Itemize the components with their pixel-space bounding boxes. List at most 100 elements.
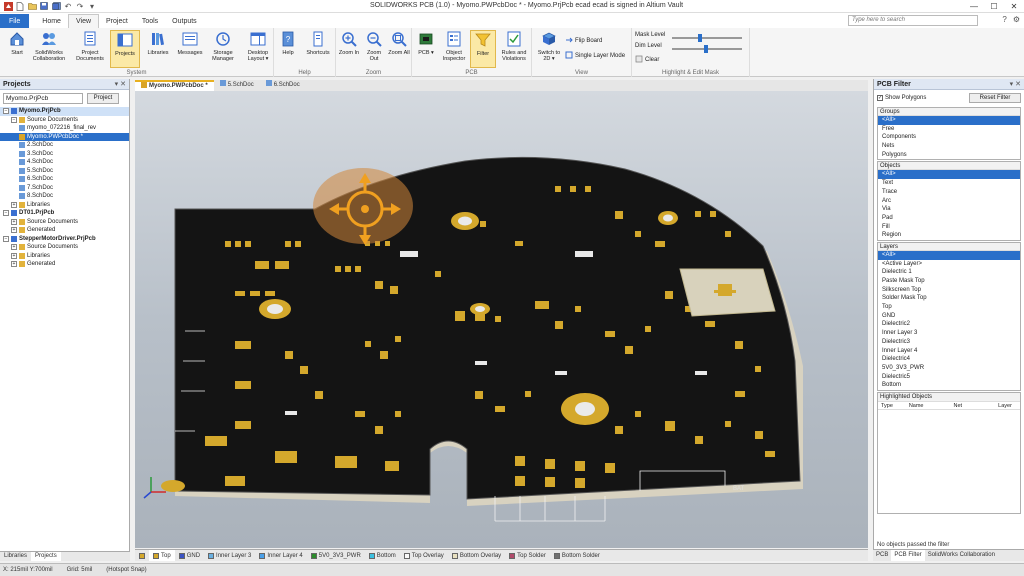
list-item[interactable]: Trace: [878, 188, 1020, 197]
new-icon[interactable]: [15, 1, 25, 11]
list-item[interactable]: Polygons: [878, 151, 1020, 160]
tree-item[interactable]: myomo_072216_final_rev: [0, 124, 129, 133]
rules-and-violations-button[interactable]: Rules and Violations: [498, 30, 530, 68]
shortcuts-button[interactable]: Shortcuts: [302, 30, 334, 68]
list-item[interactable]: Text: [878, 179, 1020, 188]
tree-item[interactable]: − Source Documents: [0, 116, 129, 125]
tab-view[interactable]: View: [67, 14, 100, 28]
layer-tab[interactable]: GND: [175, 550, 204, 561]
tree-item[interactable]: − DT01.PrjPcb: [0, 209, 129, 218]
collapse-icon[interactable]: −: [11, 116, 17, 123]
list-item[interactable]: Silkscreen Top: [878, 286, 1020, 295]
col-net[interactable]: Net: [950, 402, 995, 409]
dim-level-knob[interactable]: [704, 45, 708, 53]
object-inspector-button[interactable]: Object Inspector: [440, 30, 468, 68]
start-button[interactable]: Start: [1, 30, 33, 68]
tree-item[interactable]: 5.SchDoc: [0, 167, 129, 176]
tree-item[interactable]: + Source Documents: [0, 243, 129, 252]
single-layer-mode-button[interactable]: Single Layer Mode: [565, 51, 625, 61]
maximize-icon[interactable]: ☐: [984, 0, 1004, 13]
list-item[interactable]: Via: [878, 205, 1020, 214]
collapse-icon[interactable]: −: [3, 210, 9, 217]
list-item[interactable]: Paste Mask Top: [878, 277, 1020, 286]
pcb-board-view[interactable]: BAT: [135, 91, 868, 548]
tree-item[interactable]: 2.SchDoc: [0, 141, 129, 150]
col-layer[interactable]: Layer: [995, 402, 1020, 409]
desktop-layout-button[interactable]: Desktop Layout ▾: [242, 30, 274, 68]
tab-libraries[interactable]: Libraries: [0, 552, 31, 561]
clear-mask-button[interactable]: Clear: [635, 55, 659, 65]
list-item[interactable]: Components: [878, 133, 1020, 142]
list-item[interactable]: Dielectric5: [878, 373, 1020, 382]
layer-tab[interactable]: Bottom Overlay: [448, 550, 505, 561]
messages-button[interactable]: Messages: [174, 30, 206, 68]
collapse-icon[interactable]: −: [3, 235, 9, 242]
layer-tab[interactable]: Bottom Solder: [550, 550, 604, 561]
expand-icon[interactable]: +: [11, 201, 17, 208]
tree-item[interactable]: + Generated: [0, 260, 129, 269]
project-field[interactable]: Myomo.PrjPcb: [3, 93, 83, 104]
gear-icon[interactable]: ⚙: [1013, 15, 1020, 24]
collapse-icon[interactable]: −: [3, 108, 9, 115]
qat-dropdown-icon[interactable]: ▾: [87, 1, 97, 11]
tab-file[interactable]: File: [0, 14, 30, 28]
solidworks-collaboration-button[interactable]: SolidWorks Collaboration: [31, 30, 67, 68]
close-icon[interactable]: ✕: [1004, 0, 1024, 13]
tree-item[interactable]: 4.SchDoc: [0, 158, 129, 167]
tab-home[interactable]: Home: [35, 14, 68, 28]
list-item[interactable]: Solder Mask Top: [878, 294, 1020, 303]
list-item[interactable]: <All>: [878, 250, 1020, 260]
projects-button[interactable]: Projects: [110, 30, 140, 68]
list-item[interactable]: <Active Layer>: [878, 260, 1020, 269]
panel-controls-icon[interactable]: ▾ ✕: [1010, 79, 1021, 90]
pcb-3d-canvas[interactable]: BAT: [135, 91, 868, 548]
open-icon[interactable]: [27, 1, 37, 11]
tree-item[interactable]: 8.SchDoc: [0, 192, 129, 201]
tree-item[interactable]: − StepperMotorDriver.PrjPcb: [0, 235, 129, 244]
flip-board-button[interactable]: Flip Board: [565, 36, 602, 46]
expand-icon[interactable]: +: [11, 244, 17, 251]
tab-pcb[interactable]: PCB: [873, 550, 891, 561]
list-item[interactable]: Inner Layer 3: [878, 329, 1020, 338]
list-item[interactable]: Dielectric 1: [878, 268, 1020, 277]
list-item[interactable]: Fill: [878, 223, 1020, 232]
list-item[interactable]: Dielectric3: [878, 338, 1020, 347]
list-item[interactable]: Top: [878, 303, 1020, 312]
tree-item[interactable]: 7.SchDoc: [0, 184, 129, 193]
col-type[interactable]: Type: [878, 402, 906, 409]
layer-tab[interactable]: Top Solder: [505, 550, 550, 561]
tab-outputs[interactable]: Outputs: [165, 14, 204, 28]
tree-item[interactable]: 6.SchDoc: [0, 175, 129, 184]
tree-item[interactable]: + Source Documents: [0, 218, 129, 227]
tree-item[interactable]: Myomo.PWPcbDoc *: [0, 132, 129, 141]
list-item[interactable]: Region: [878, 231, 1020, 240]
doc-tab-sch5[interactable]: 5.SchDoc: [214, 80, 260, 91]
list-item[interactable]: Pad: [878, 214, 1020, 223]
tree-item[interactable]: 3.SchDoc: [0, 150, 129, 159]
layer-tab[interactable]: Inner Layer 3: [204, 550, 255, 561]
layer-tab[interactable]: Top Overlay: [400, 550, 448, 561]
switch-to-2d-button[interactable]: Switch to 2D ▾: [534, 30, 564, 68]
tab-solidworks-collaboration[interactable]: SolidWorks Collaboration: [925, 550, 998, 561]
libraries-button[interactable]: Libraries: [142, 30, 174, 68]
pcb-button[interactable]: PCB ▾: [413, 30, 439, 68]
pcb-board[interactable]: [174, 156, 801, 500]
list-item[interactable]: 5V0_3V3_PWR: [878, 364, 1020, 373]
list-item[interactable]: Nets: [878, 142, 1020, 151]
storage-manager-button[interactable]: Storage Manager: [206, 30, 240, 68]
zoom-all-button[interactable]: Zoom All: [387, 30, 411, 68]
project-button[interactable]: Project: [87, 93, 119, 104]
undo-icon[interactable]: ↶: [63, 1, 73, 11]
expand-icon[interactable]: +: [11, 218, 17, 225]
tree-item[interactable]: + Generated: [0, 226, 129, 235]
zoom-out-button[interactable]: Zoom Out: [362, 30, 386, 68]
expand-icon[interactable]: +: [11, 261, 17, 268]
list-item[interactable]: GND: [878, 312, 1020, 321]
tab-tools[interactable]: Tools: [135, 14, 165, 28]
list-item[interactable]: Bottom: [878, 381, 1020, 390]
project-documents-button[interactable]: Project Documents: [74, 30, 106, 68]
list-item[interactable]: Dielectric2: [878, 320, 1020, 329]
tree-item[interactable]: − Myomo.PrjPcb: [0, 107, 129, 116]
search-input[interactable]: Type here to search: [848, 15, 978, 26]
expand-icon[interactable]: +: [11, 252, 17, 259]
